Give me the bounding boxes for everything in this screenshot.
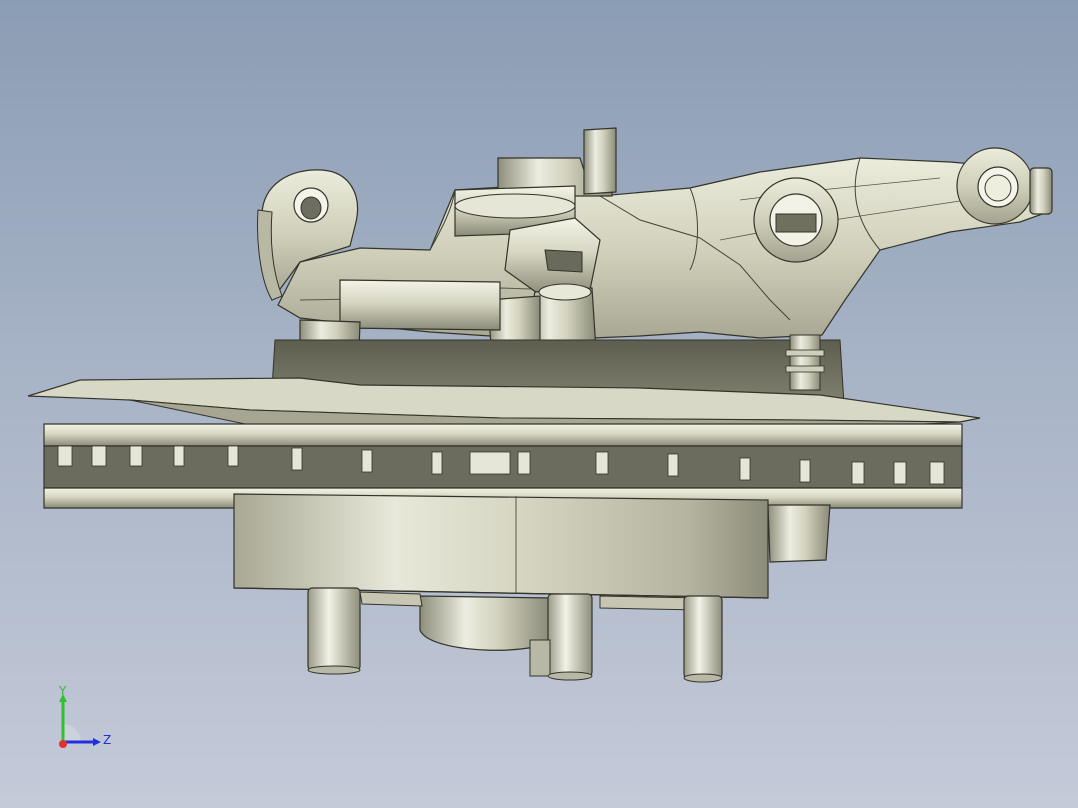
caliper-bracket[interactable] bbox=[767, 504, 831, 563]
triad-quadrant-shading bbox=[63, 724, 81, 742]
wheel-stud-3[interactable] bbox=[683, 595, 723, 683]
triad-x-axis bbox=[59, 740, 67, 748]
wheel-hub-assembly-model[interactable] bbox=[0, 0, 1078, 808]
triad-z-arrow bbox=[93, 738, 101, 746]
brake-rotor[interactable] bbox=[43, 423, 963, 509]
triad-z-label: Z bbox=[103, 733, 111, 747]
tie-rod-arm-eye[interactable] bbox=[956, 147, 1053, 225]
coordinate-triad: Y Z bbox=[58, 684, 111, 748]
lower-arm-eye[interactable] bbox=[753, 177, 839, 263]
graphics-viewport[interactable]: Y Z bbox=[0, 0, 1078, 808]
triad-y-label: Y bbox=[58, 684, 67, 698]
wheel-stud-1[interactable] bbox=[307, 587, 361, 675]
wheel-hub[interactable] bbox=[233, 493, 769, 599]
caliper-bolt[interactable] bbox=[785, 334, 825, 391]
